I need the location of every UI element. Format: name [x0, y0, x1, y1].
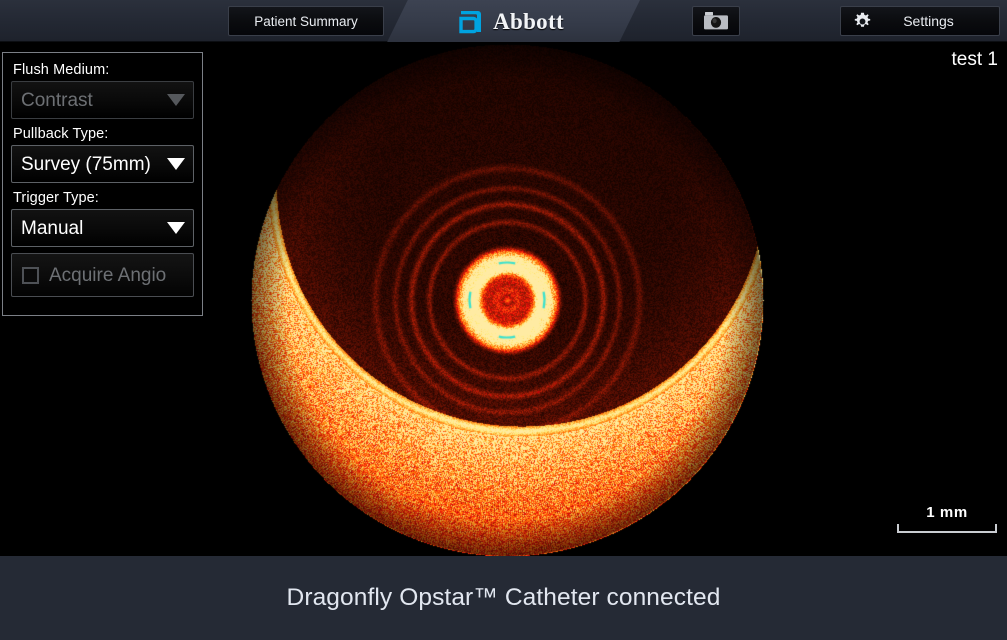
- acquire-angio-checkbox[interactable]: Acquire Angio: [11, 253, 194, 297]
- brand-panel: Abbott: [387, 0, 640, 42]
- gear-icon: [853, 12, 872, 31]
- oct-image-viewport[interactable]: test 1 1 mm: [203, 43, 1007, 556]
- abbott-logo-icon: [459, 10, 482, 33]
- capture-button[interactable]: [692, 6, 740, 36]
- session-label: test 1: [951, 49, 998, 70]
- settings-button[interactable]: Settings: [840, 6, 1000, 36]
- scale-bar-rule: [897, 524, 997, 533]
- checkbox-icon: [22, 266, 39, 284]
- pullback-type-value: Survey (75mm): [21, 154, 151, 174]
- trigger-type-label: Trigger Type:: [13, 190, 99, 206]
- patient-summary-button[interactable]: Patient Summary: [228, 6, 384, 36]
- oct-imaging-app: Patient Summary Abbott Settings Flush Me…: [0, 0, 1007, 640]
- status-message: Dragonfly Opstar™ Catheter connected: [286, 583, 721, 611]
- acquire-angio-label: Acquire Angio: [49, 264, 167, 286]
- pullback-type-label: Pullback Type:: [13, 126, 109, 142]
- scale-bar: 1 mm: [897, 505, 997, 533]
- camera-icon: [704, 12, 728, 30]
- chevron-down-icon: [167, 94, 185, 106]
- flush-medium-label: Flush Medium:: [13, 62, 110, 78]
- scale-bar-label: 1 mm: [926, 504, 968, 521]
- chevron-down-icon: [167, 222, 185, 234]
- status-bar: Dragonfly Opstar™ Catheter connected: [0, 556, 1007, 640]
- trigger-type-value: Manual: [21, 218, 84, 238]
- abbott-wordmark: Abbott: [493, 8, 564, 34]
- flush-medium-value: Contrast: [21, 90, 93, 110]
- settings-label: Settings: [903, 13, 954, 29]
- oct-cross-section-image: [203, 43, 1007, 556]
- acquisition-settings-panel: Flush Medium: Contrast Pullback Type: Su…: [2, 52, 203, 316]
- patient-summary-label: Patient Summary: [254, 13, 358, 29]
- top-bar: Patient Summary Abbott Settings: [0, 0, 1007, 42]
- flush-medium-dropdown[interactable]: Contrast: [11, 81, 194, 119]
- trigger-type-dropdown[interactable]: Manual: [11, 209, 194, 247]
- chevron-down-icon: [167, 158, 185, 170]
- pullback-type-dropdown[interactable]: Survey (75mm): [11, 145, 194, 183]
